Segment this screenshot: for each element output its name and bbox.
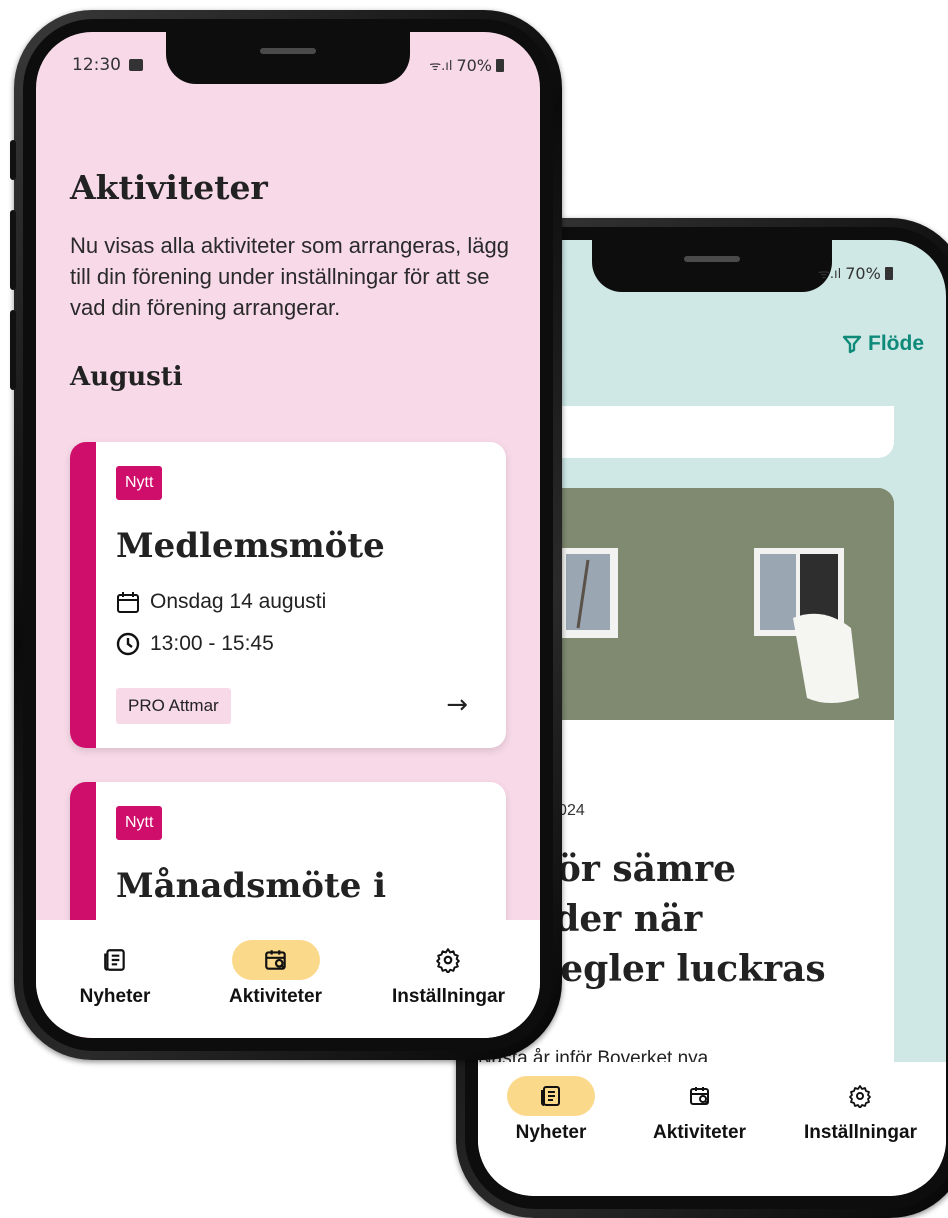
tab-aktiviteter[interactable]: Aktiviteter [229,940,322,1038]
intro-text: Nu visas alla aktiviteter som arrangeras… [70,233,509,320]
battery-percentage: 70% [845,263,881,283]
battery-percentage: 70% [456,55,492,75]
filter-button[interactable]: Flöde [842,332,924,356]
clock: 12:30 [72,55,121,75]
tab-installningar[interactable]: Inställningar [804,1076,917,1196]
bottom-tab-bar: Nyheter Aktiviteter Inställningar [36,920,540,1038]
tab-label: Inställningar [392,986,505,1007]
new-badge: Nytt [116,466,163,500]
clock-icon [116,632,140,656]
notch [592,240,832,292]
tab-installningar[interactable]: Inställningar [392,940,505,1038]
filter-label: Flöde [868,332,924,355]
tab-label: Aktiviteter [653,1122,746,1143]
front-phone: 12:30 ᯤ.ıl 70% Aktiviteter Nu visas alla… [10,10,562,1060]
activity-time-row: 13:00 - 15:45 [116,632,274,656]
calendar-search-icon [656,1076,744,1116]
activity-title: Medlemsmöte [116,526,385,566]
card-accent [70,442,96,748]
gear-icon [816,1076,904,1116]
bottom-tab-bar: Nyheter Aktiviteter Inställningar [478,1062,946,1196]
tab-nyheter[interactable]: Nyheter [507,1076,596,1196]
battery-icon [884,266,893,280]
arrow-right-icon[interactable]: → [446,690,468,720]
newspaper-icon [71,940,159,980]
tab-label: Aktiviteter [229,986,322,1007]
organizer-tag: PRO Attmar [116,688,231,724]
activity-time: 13:00 - 15:45 [150,632,274,655]
image-notification-icon [129,59,143,71]
activity-card[interactable]: Nytt Medlemsmöte Onsdag 14 augusti 13:00… [70,442,506,748]
status-bar: ᯤ.ıl 70% [818,262,918,284]
tab-nyheter[interactable]: Nyheter [71,940,159,1038]
new-badge: Nytt [116,806,163,840]
wifi-signal-icon: ᯤ.ıl [429,59,453,74]
calendar-search-icon [231,940,320,980]
tab-aktiviteter[interactable]: Aktiviteter [653,1076,746,1196]
filter-icon [842,335,862,354]
gear-icon [404,940,492,980]
side-button [10,140,16,180]
tab-label: Nyheter [515,1122,587,1143]
tab-label: Nyheter [79,986,151,1007]
wifi-signal-icon: ᯤ.ıl [818,267,842,282]
side-button [10,310,16,390]
activity-date-row: Onsdag 14 augusti [116,590,326,614]
side-button [10,210,16,290]
newspaper-icon [507,1076,596,1116]
month-heading: Augusti [70,362,183,392]
status-bar: 12:30 ᯤ.ıl 70% [72,54,504,76]
page-title: Aktiviteter [70,168,268,207]
activities-screen: 12:30 ᯤ.ıl 70% Aktiviteter Nu visas alla… [36,32,540,1038]
tab-label: Inställningar [804,1122,917,1143]
activity-title: Månadsmöte i [116,866,387,906]
calendar-icon [117,592,139,613]
activity-date: Onsdag 14 augusti [150,590,327,613]
battery-icon [496,58,504,72]
